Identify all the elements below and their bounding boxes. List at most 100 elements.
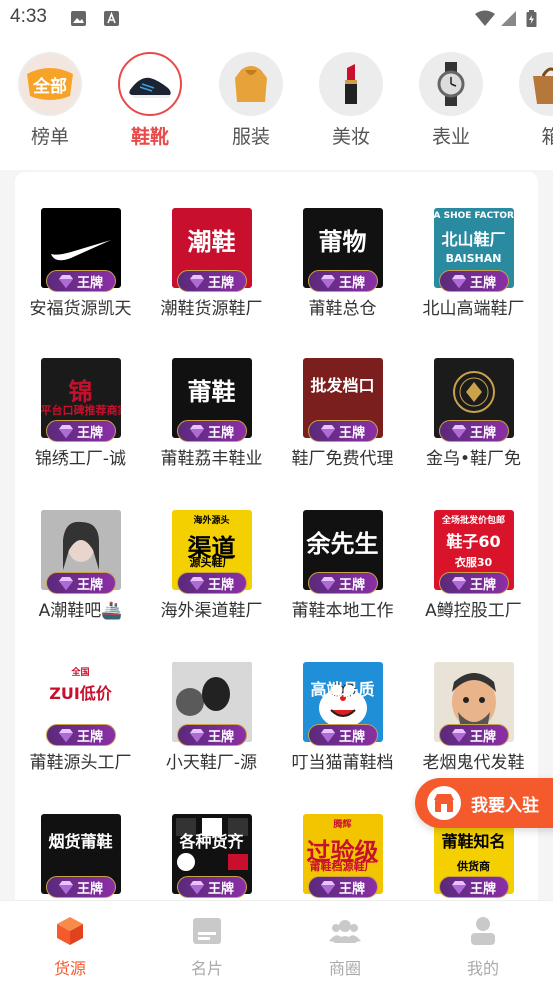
seller-name: 叮当猫莆鞋档: [291, 753, 394, 773]
diamond-icon: [320, 728, 335, 742]
seller-item[interactable]: 批发档口 王牌 鞋厂免费代理: [277, 358, 408, 469]
tab-label: 名片: [190, 959, 223, 978]
diamond-icon: [320, 424, 335, 438]
thumb-top-text: A SHOE FACTORY: [433, 211, 514, 221]
seller-item[interactable]: 王牌 安福货源凯天: [15, 208, 146, 319]
ace-badge: 王牌: [176, 420, 247, 442]
watch-icon: [419, 52, 483, 116]
seller-item[interactable]: 烟货莆鞋 王牌: [15, 814, 146, 898]
a-notification-icon: [104, 11, 119, 26]
seller-item[interactable]: A SHOE FACTORY 北山鞋厂 BAISHAN 王牌 北山高端鞋厂: [408, 208, 538, 319]
diamond-icon: [320, 880, 335, 894]
seller-item[interactable]: 余先生 王牌 莆鞋本地工作: [277, 510, 408, 621]
category-label: 美妆: [331, 126, 370, 148]
seller-item[interactable]: 王牌老烟鬼代发鞋: [408, 662, 538, 773]
user-icon: [471, 917, 495, 945]
join-button[interactable]: 我要入驻: [415, 778, 553, 828]
seller-name: 金乌•鞋厂免: [425, 449, 522, 469]
diamond-icon: [451, 728, 466, 742]
ace-badge: 王牌: [438, 420, 509, 442]
seller-name: A鳟控股工厂: [425, 601, 522, 621]
tab-card[interactable]: 名片: [167, 915, 247, 979]
category-watches[interactable]: 表业: [411, 52, 491, 149]
seller-name: 莆鞋荔丰鞋业: [160, 449, 263, 469]
cube-icon: [57, 917, 83, 945]
thumb-main-text: 鞋子60: [446, 532, 501, 551]
tab-label: 我的: [466, 959, 499, 978]
thumb-sub-text: 莆鞋档源鞋厂: [309, 860, 376, 873]
join-label: 我要入驻: [471, 795, 539, 816]
diamond-icon: [58, 880, 73, 894]
diamond-icon: [58, 274, 73, 288]
ace-badge: 王牌: [176, 724, 247, 746]
seller-item[interactable]: 海外源头 渠道 源头鞋厂 王牌 海外渠道鞋厂: [146, 510, 277, 621]
category-shoes[interactable]: 鞋靴: [110, 52, 190, 149]
seller-item[interactable]: 王牌 A潮鞋吧🚢: [15, 510, 146, 621]
seller-item[interactable]: 莆物 王牌 莆鞋总仓: [277, 208, 408, 319]
ace-badge: 王牌: [176, 270, 247, 292]
category-bags[interactable]: 箱: [511, 52, 553, 149]
seller-item[interactable]: 莆鞋王牌莆鞋荔丰鞋业: [146, 358, 277, 469]
category-label: 表业: [431, 126, 470, 148]
diamond-icon: [320, 274, 335, 288]
badge-label: 王牌: [207, 577, 234, 593]
category-label: 箱: [541, 126, 553, 148]
seller-name: 安福货源凯天: [29, 299, 132, 319]
thumb-sub-text: 供货商: [457, 860, 490, 873]
svg-text:全部: 全部: [32, 76, 67, 97]
category-beauty[interactable]: 美妆: [311, 52, 391, 149]
thumb-top-text: 全场批发价包邮: [441, 516, 505, 526]
tab-supply[interactable]: 货源: [30, 915, 110, 979]
diamond-icon: [451, 880, 466, 894]
ace-badge: 王牌: [307, 270, 378, 292]
seller-item[interactable]: 锦平台口碑推荐商家 王牌 锦绣工厂-诚: [15, 358, 146, 469]
ace-badge: 王牌: [45, 876, 116, 898]
seller-item[interactable]: 高端品质王牌叮当猫莆鞋档: [277, 662, 408, 773]
seller-item[interactable]: 王牌金乌•鞋厂免: [408, 358, 538, 469]
category-clothing[interactable]: 服装: [211, 52, 291, 149]
badge-label: 王牌: [469, 729, 496, 745]
badge-label: 王牌: [338, 881, 365, 897]
store-icon: [427, 786, 461, 820]
diamond-icon: [451, 576, 466, 590]
bottom-tab-bar: 货源 名片 商圈 我的: [0, 900, 553, 984]
seller-name: 海外渠道鞋厂: [160, 601, 263, 621]
ace-badge: 王牌: [307, 724, 378, 746]
diamond-icon: [189, 728, 204, 742]
tab-circle[interactable]: 商圈: [305, 915, 385, 979]
image-icon: [71, 11, 86, 26]
seller-item[interactable]: 各种货齐 王牌: [146, 814, 277, 898]
thumb-top-text: 腾辉: [333, 820, 352, 830]
diamond-icon: [320, 576, 335, 590]
seller-item[interactable]: 王牌小天鞋厂-源: [146, 662, 277, 773]
seller-name: 小天鞋厂-源: [165, 753, 258, 773]
ace-badge: 王牌: [45, 420, 116, 442]
seller-name: 锦绣工厂-诚: [34, 449, 127, 469]
seller-item[interactable]: 潮鞋 王牌 潮鞋货源鞋厂: [146, 208, 277, 319]
category-all[interactable]: 全部 榜单: [10, 52, 90, 149]
badge-label: 王牌: [338, 275, 365, 291]
diamond-icon: [189, 424, 204, 438]
seller-name: 老烟鬼代发鞋: [422, 753, 525, 773]
thumb-main-text: 高端品质: [310, 680, 375, 699]
seller-name: 北山高端鞋厂: [422, 299, 525, 319]
seller-item[interactable]: 腾辉 过验级 莆鞋档源鞋厂 王牌: [277, 814, 408, 898]
tab-mine[interactable]: 我的: [443, 915, 523, 979]
badge-label: 王牌: [469, 577, 496, 593]
thumb-main-text: 莆鞋: [187, 378, 236, 406]
tab-label: 商圈: [328, 959, 361, 978]
badge-label: 王牌: [207, 881, 234, 897]
seller-item[interactable]: 全国 ZUI低价 王牌 莆鞋源头工厂: [15, 662, 146, 773]
badge-label: 王牌: [338, 729, 365, 745]
ace-badge: 王牌: [45, 724, 116, 746]
all-badge-icon: 全部: [18, 52, 82, 116]
ace-badge: 王牌: [307, 572, 378, 594]
seller-name: 莆鞋源头工厂: [29, 753, 132, 773]
thumb-sub-text: 衣服30: [454, 556, 493, 569]
seller-item[interactable]: 全场批发价包邮鞋子60 衣服30 王牌 A鳟控股工厂: [408, 510, 538, 621]
status-time: 4:33: [10, 6, 47, 27]
badge-label: 王牌: [207, 425, 234, 441]
seller-name: 鞋厂免费代理: [291, 449, 394, 469]
diamond-icon: [58, 424, 73, 438]
category-label: 鞋靴: [130, 126, 169, 148]
